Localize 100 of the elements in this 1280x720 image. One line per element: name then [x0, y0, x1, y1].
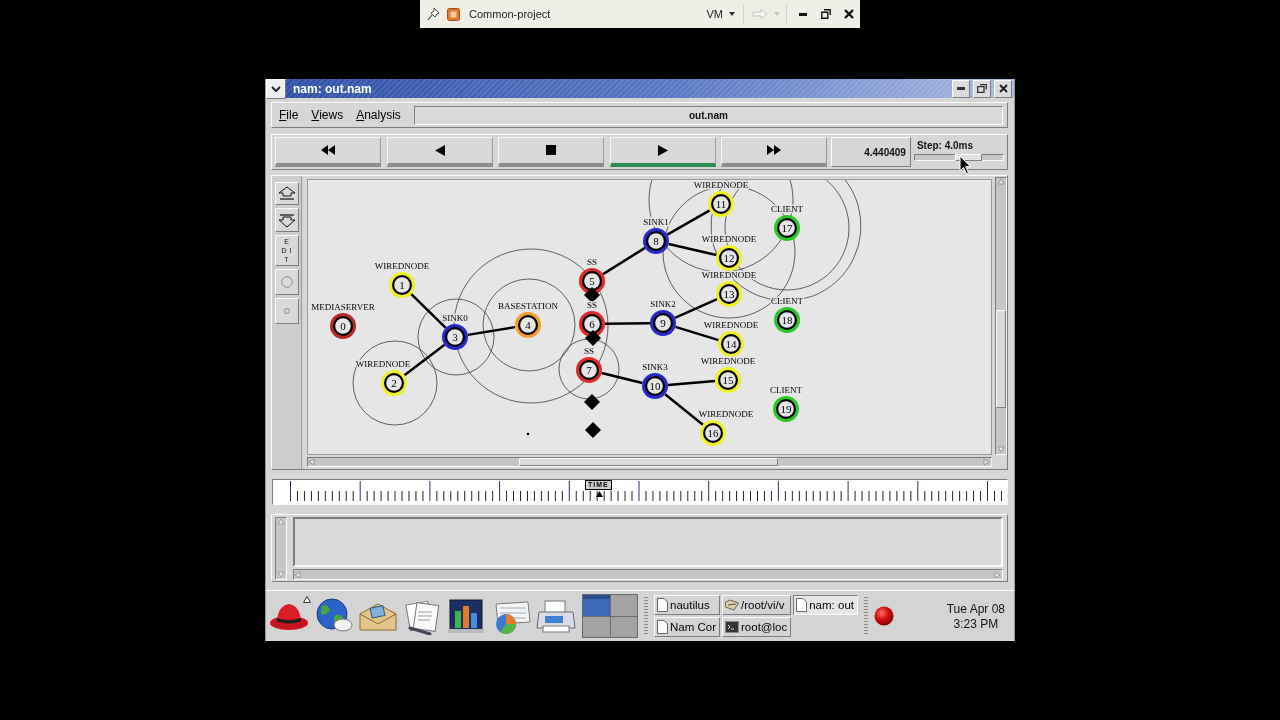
scroll-thumb[interactable] — [996, 310, 1006, 408]
play-icon — [657, 145, 668, 156]
node-label: WIREDNODE — [355, 359, 411, 369]
close-button[interactable] — [994, 79, 1012, 98]
reverse-play-icon — [434, 145, 445, 156]
link-line — [605, 321, 650, 326]
vm-menu[interactable]: VM — [704, 6, 737, 22]
network-node: 3 — [442, 324, 468, 350]
node-label: SINK2 — [650, 299, 676, 309]
vertical-scrollbar[interactable] — [275, 517, 287, 580]
terminal-icon — [725, 621, 739, 633]
up-arrow-icon — [277, 186, 296, 201]
right-arrow-icon — [752, 8, 768, 20]
document-icon — [796, 598, 808, 612]
folder-icon — [725, 599, 739, 611]
network-node: 0 — [330, 313, 356, 339]
time-display: 4.440409 — [831, 137, 911, 167]
menu-item[interactable]: Views — [311, 108, 344, 122]
app-icon — [447, 7, 460, 21]
node-label: WIREDNODE — [374, 261, 430, 271]
rewind-icon — [321, 145, 335, 156]
tool-button[interactable] — [274, 182, 299, 205]
tool-button[interactable] — [274, 298, 299, 324]
link-line — [674, 298, 718, 319]
task-button[interactable]: root@loc — [722, 617, 792, 637]
node-label: WIREDNODE — [701, 234, 757, 244]
task-button[interactable]: nautilus — [654, 595, 720, 615]
horizontal-scrollbar[interactable] — [307, 457, 992, 467]
vertical-scrollbar[interactable] — [995, 177, 1007, 455]
tool-button[interactable] — [274, 208, 299, 232]
arrow-right-icon[interactable] — [994, 570, 1002, 579]
task-button[interactable]: Nam Cor — [654, 617, 720, 637]
restore-icon — [821, 9, 831, 19]
arrow-left-icon[interactable] — [294, 570, 302, 579]
node-label: WIREDNODE — [703, 320, 759, 330]
step-slider[interactable] — [913, 154, 1004, 161]
file-name-label: out.nam — [413, 105, 1003, 125]
node-label: CLIENT — [771, 204, 803, 214]
orb-icon[interactable] — [873, 606, 894, 626]
arrow-left-icon[interactable] — [308, 458, 316, 466]
node-label: CLIENT — [771, 296, 803, 306]
network-node: 2 — [381, 370, 407, 396]
network-node: 15 — [715, 367, 741, 393]
bar-chart-icon[interactable] — [447, 597, 485, 635]
arrow-up-icon[interactable] — [277, 518, 285, 526]
workspace-button[interactable] — [610, 616, 637, 637]
reverse-button[interactable] — [386, 137, 493, 167]
menu-item[interactable]: Analysis — [356, 108, 401, 122]
scroll-thumb[interactable] — [519, 458, 778, 466]
horizontal-scrollbar[interactable] — [293, 569, 1003, 580]
stop-button[interactable] — [498, 137, 604, 167]
network-node: 8 — [643, 228, 669, 254]
node-label: SS — [587, 257, 597, 267]
host-title: Common-project — [469, 8, 551, 20]
arrow-down-icon[interactable] — [997, 446, 1005, 454]
diamond-icon — [585, 422, 601, 438]
node-label: MEDIASERVER — [311, 302, 375, 312]
fast-forward-button[interactable] — [721, 137, 827, 167]
task-button[interactable]: nam: out — [793, 595, 858, 615]
step-label: Step: 4.0ms — [915, 140, 975, 151]
minimize-icon — [957, 87, 965, 90]
play-button[interactable] — [609, 137, 716, 167]
node-label: WIREDNODE — [701, 270, 757, 280]
clock-date: Tue Apr 08 — [946, 601, 1005, 616]
workspace-button[interactable] — [610, 595, 637, 616]
task-button[interactable]: /root/vi/v — [722, 595, 792, 615]
minimize-button[interactable] — [952, 79, 970, 98]
node-label: SS — [584, 346, 594, 356]
arrow-right-icon[interactable] — [983, 458, 991, 466]
workspace-button[interactable] — [583, 616, 610, 637]
node-label: WIREDNODE — [693, 180, 749, 190]
document-icon — [657, 598, 668, 612]
pushpin-icon[interactable] — [427, 7, 441, 21]
menu-item[interactable]: File — [279, 108, 299, 122]
arrow-down-icon[interactable] — [277, 571, 285, 579]
document-icon — [657, 620, 668, 634]
restore-icon — [977, 84, 987, 93]
link-line — [668, 242, 717, 257]
link-line — [601, 371, 643, 385]
up-triangle-icon[interactable] — [303, 595, 311, 603]
node-label: WIREDNODE — [698, 409, 754, 419]
network-node: 12 — [716, 245, 742, 271]
link-line — [602, 246, 646, 276]
fast-forward-icon — [767, 145, 781, 156]
annotation-list[interactable] — [293, 517, 1003, 567]
printer-icon[interactable] — [535, 597, 577, 635]
stop-icon — [546, 145, 556, 156]
tool-button[interactable] — [274, 269, 299, 295]
arrow-up-icon[interactable] — [997, 178, 1005, 186]
node-label: BASESTATION — [498, 301, 558, 311]
link-line — [467, 325, 516, 337]
node-label: SINK3 — [642, 362, 668, 372]
maximize-button[interactable] — [973, 79, 991, 98]
link-line — [667, 379, 716, 387]
diamond-icon — [585, 330, 601, 346]
network-node: 14 — [718, 331, 744, 357]
circle-icon — [280, 276, 293, 288]
dot-icon — [526, 432, 530, 436]
window-menu-button[interactable] — [266, 78, 286, 99]
rewind-button[interactable] — [275, 137, 381, 167]
